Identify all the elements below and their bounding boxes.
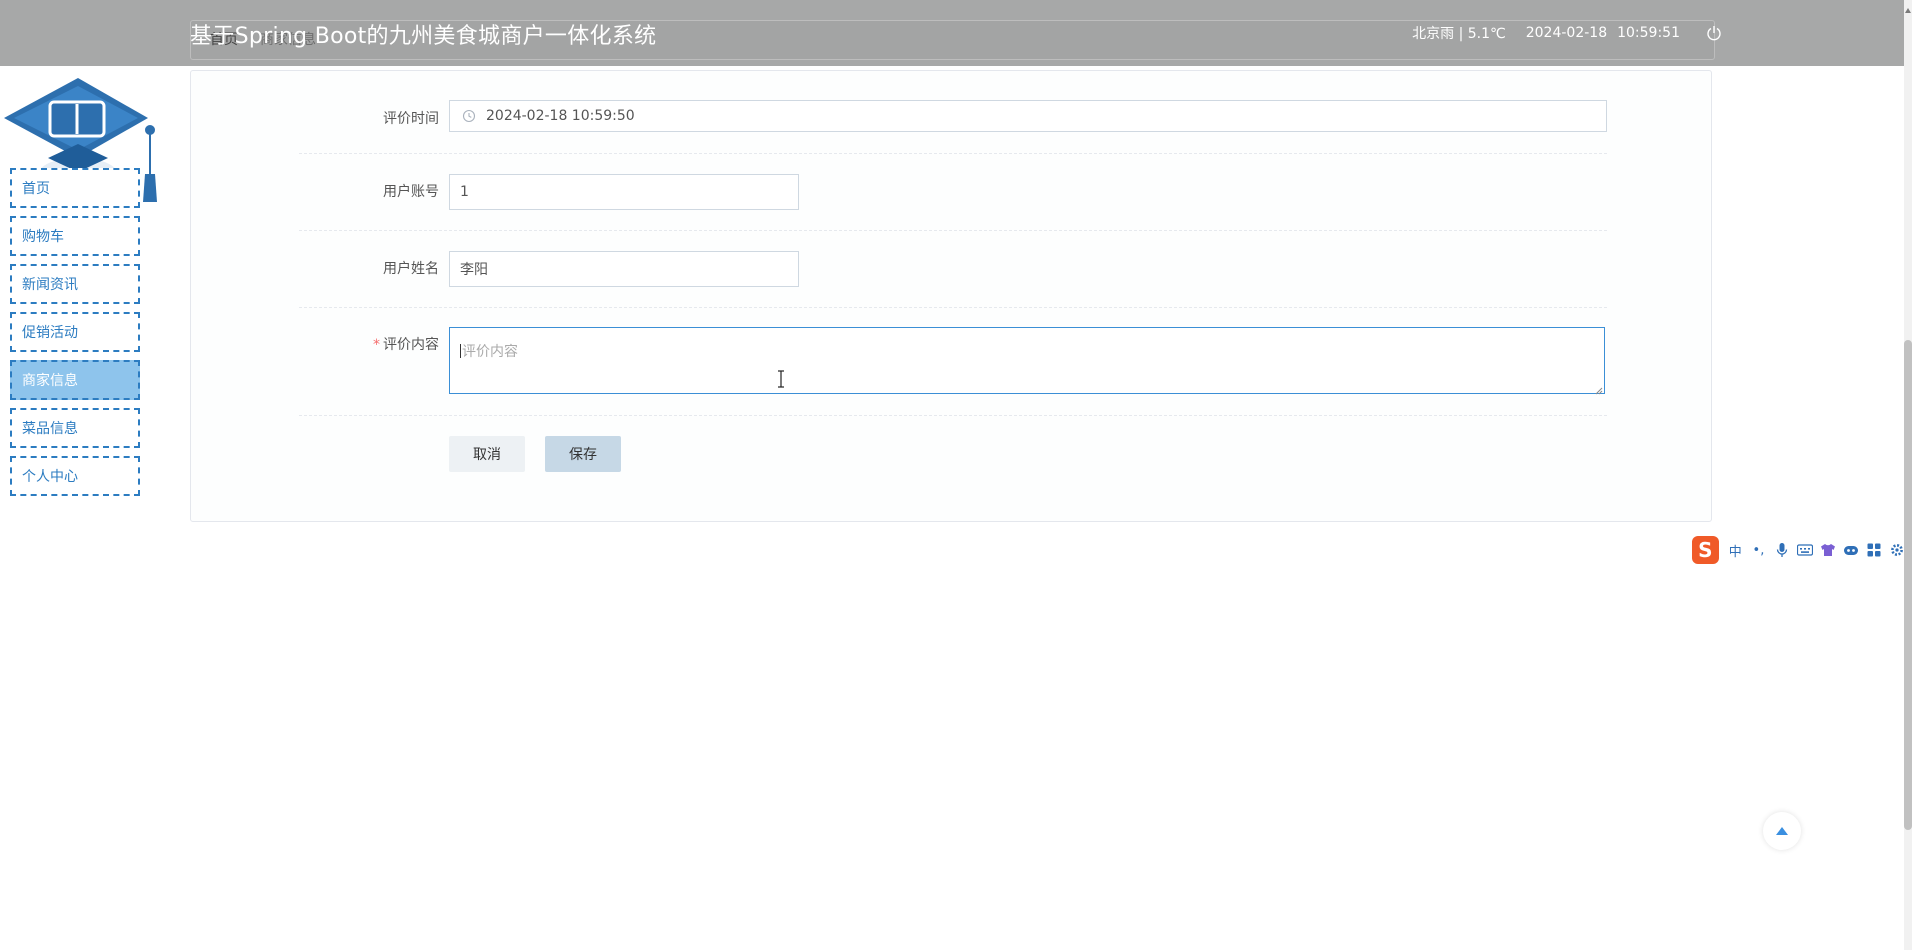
form-row-review-time: 评价时间 2024-02-18 10:59:50 <box>299 71 1607 154</box>
top-header: 首页 商家信息 基于Spring Boot的九州美食城商户一体化系统 北京雨 | … <box>0 0 1912 66</box>
sidebar-item-news[interactable]: 新闻资讯 <box>10 264 140 304</box>
cancel-button[interactable]: 取消 <box>449 436 525 472</box>
sidebar-item-label: 首页 <box>22 181 50 197</box>
back-to-top-button[interactable] <box>1763 812 1801 850</box>
required-mark: * <box>373 337 380 353</box>
weather-text: 北京雨 | 5.1℃ <box>1412 26 1506 42</box>
scroll-up-arrow-icon[interactable] <box>1904 0 1912 13</box>
review-content-label-text: 评价内容 <box>383 337 439 353</box>
skin-shirt-icon[interactable] <box>1819 541 1836 559</box>
review-content-placeholder: 评价内容 <box>462 344 518 360</box>
user-name-field[interactable]: 李阳 <box>449 251 799 287</box>
sidebar-menu: 首页 购物车 新闻资讯 促销活动 商家信息 菜品信息 个人中心 <box>10 168 140 504</box>
vertical-scrollbar[interactable] <box>1904 0 1912 950</box>
user-account-field[interactable]: 1 <box>449 174 799 210</box>
sidebar-item-label: 个人中心 <box>22 469 78 485</box>
resize-grip-icon[interactable] <box>1594 383 1603 395</box>
sidebar-item-label: 菜品信息 <box>22 421 78 437</box>
microphone-icon[interactable] <box>1773 541 1790 559</box>
review-form-panel: 评价时间 2024-02-18 10:59:50 用户账号 1 用户姓名 李阳 … <box>190 70 1712 522</box>
sidebar-item-merchants[interactable]: 商家信息 <box>10 360 140 400</box>
power-icon[interactable] <box>1706 25 1722 41</box>
sidebar-item-cart[interactable]: 购物车 <box>10 216 140 256</box>
sidebar-item-label: 促销活动 <box>22 325 78 341</box>
sogou-logo-icon[interactable]: S <box>1692 536 1719 564</box>
sidebar-item-promotions[interactable]: 促销活动 <box>10 312 140 352</box>
scrollbar-thumb[interactable] <box>1904 340 1912 830</box>
caret-up-icon <box>1776 827 1788 835</box>
sidebar-item-dishes[interactable]: 菜品信息 <box>10 408 140 448</box>
review-time-value: 2024-02-18 10:59:50 <box>486 108 635 124</box>
review-time-label: 评价时间 <box>383 111 439 127</box>
save-button[interactable]: 保存 <box>545 436 621 472</box>
sidebar-item-label: 新闻资讯 <box>22 277 78 293</box>
ime-punctuation-toggle[interactable]: •, <box>1750 541 1767 559</box>
user-name-value: 李阳 <box>460 262 488 278</box>
form-row-user-account: 用户账号 1 <box>299 153 1607 231</box>
form-row-user-name: 用户姓名 李阳 <box>299 230 1607 308</box>
user-account-value: 1 <box>460 184 469 200</box>
review-content-label: * 评价内容 <box>299 334 439 354</box>
review-content-textarea[interactable]: 评价内容 <box>449 327 1605 395</box>
user-account-label: 用户账号 <box>383 184 439 200</box>
review-time-field[interactable]: 2024-02-18 10:59:50 <box>449 100 1607 132</box>
header-date: 2024-02-18 <box>1525 25 1608 41</box>
site-title: 基于Spring Boot的九州美食城商户一体化系统 <box>190 24 657 49</box>
ibeam-cursor-icon <box>776 370 786 388</box>
header-time: 10:59:51 <box>1617 25 1680 41</box>
assistant-robot-icon[interactable] <box>1842 541 1859 559</box>
ime-mode-toggle[interactable]: 中 <box>1727 541 1744 560</box>
keyboard-icon[interactable] <box>1796 541 1813 559</box>
sidebar-item-home[interactable]: 首页 <box>10 168 140 208</box>
toolbox-grid-icon[interactable] <box>1866 541 1883 559</box>
sidebar-item-label: 商家信息 <box>22 373 78 389</box>
sidebar-item-profile[interactable]: 个人中心 <box>10 456 140 496</box>
ime-toolbar: S 中 •, <box>1692 533 1912 567</box>
form-row-review-content: * 评价内容 评价内容 <box>299 307 1607 416</box>
user-name-label: 用户姓名 <box>383 261 439 277</box>
clock-icon <box>462 109 476 123</box>
sidebar-item-label: 购物车 <box>22 229 64 245</box>
text-caret <box>460 344 461 358</box>
header-status: 北京雨 | 5.1℃ 2024-02-18 10:59:51 <box>1412 23 1722 43</box>
